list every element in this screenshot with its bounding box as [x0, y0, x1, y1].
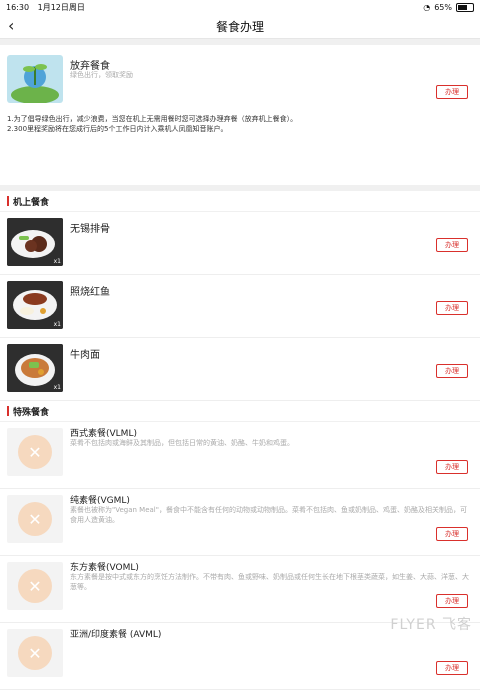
battery-icon — [456, 2, 474, 12]
section-marker — [7, 196, 9, 206]
meal-apply-button[interactable]: 办理 — [436, 238, 468, 252]
status-bar: 16:30 1月12日周日 ◔ 65% — [0, 0, 480, 14]
cutlery-icon: ✕ — [18, 502, 52, 536]
special-meal-desc: 菜肴不包括肉或海鲜及其制品，但包括日常的黄油、奶酪、牛奶和鸡蛋。 — [70, 439, 294, 447]
special-meal-apply-button[interactable]: 办理 — [436, 460, 468, 474]
onboard-meal-item: x1 牛肉面 办理 — [0, 338, 480, 401]
meal-name: 无锡排骨 — [70, 224, 110, 235]
section-onboard-meals: 机上餐食 — [0, 191, 480, 212]
special-meal-name: 亚洲/印度素餐 (AVML) — [70, 630, 162, 640]
special-meal-desc: 东方素餐是按中式或东方的烹饪方法制作。不带有肉、鱼或野味、奶制品或任何生长在地下… — [70, 573, 469, 591]
cutlery-icon: ✕ — [18, 569, 52, 603]
section-title: 机上餐食 — [13, 197, 50, 208]
nav-bar: ‹ 餐食办理 — [0, 14, 480, 39]
special-meal-desc: 素餐也被称为"Vegan Meal"，餐食中不能含有任何的动物或动物制品。菜肴不… — [70, 506, 467, 524]
meal-placeholder: ✕ — [7, 562, 63, 610]
meal-apply-button[interactable]: 办理 — [436, 301, 468, 315]
special-meal-apply-button[interactable]: 办理 — [436, 661, 468, 675]
section-special-meals: 特殊餐食 — [0, 401, 480, 422]
note-line: 1.为了倡导绿色出行，减少浪费，当您在机上无需用餐时您可选择办理弃餐（放弃机上餐… — [7, 115, 298, 123]
onboard-meal-item: x1 照烧红鱼 办理 — [0, 275, 480, 338]
meal-qty: x1 — [53, 321, 61, 328]
note-line: 2.300里程奖励将在您成行后的5个工作日内计入乘机人凤凰知音账户。 — [7, 125, 228, 133]
onboard-meal-item: x1 无锡排骨 办理 — [0, 212, 480, 275]
cutlery-icon: ✕ — [18, 636, 52, 670]
meal-name: 牛肉面 — [70, 350, 100, 361]
meal-placeholder: ✕ — [7, 495, 63, 543]
meal-placeholder: ✕ — [7, 428, 63, 476]
cutlery-icon: ✕ — [18, 435, 52, 469]
status-time: 16:30 — [6, 2, 30, 12]
battery-percent: 65% — [434, 2, 452, 12]
meal-placeholder: ✕ — [7, 629, 63, 677]
section-marker — [7, 406, 9, 416]
abandon-meal-card: 放弃餐食 绿色出行，领取奖励 办理 1.为了倡导绿色出行，减少浪费，当您在机上无… — [0, 45, 480, 185]
meal-name: 照烧红鱼 — [70, 287, 110, 298]
meal-qty: x1 — [53, 384, 61, 391]
meal-photo: x1 — [7, 218, 63, 266]
abandon-meal-button[interactable]: 办理 — [436, 85, 468, 99]
wifi-icon: ◔ — [423, 2, 431, 12]
special-meal-item: ✕ 东方素餐(VOML) 东方素餐是按中式或东方的烹饪方法制作。不带有肉、鱼或野… — [0, 556, 480, 623]
special-meal-apply-button[interactable]: 办理 — [436, 527, 468, 541]
abandon-meal-note: 1.为了倡导绿色出行，减少浪费，当您在机上无需用餐时您可选择办理弃餐（放弃机上餐… — [7, 114, 297, 134]
status-date: 1月12日周日 — [37, 2, 85, 12]
special-meal-apply-button[interactable]: 办理 — [436, 594, 468, 608]
meal-qty: x1 — [53, 258, 61, 265]
special-meal-item: ✕ 西式素餐(VLML) 菜肴不包括肉或海鲜及其制品，但包括日常的黄油、奶酪、牛… — [0, 422, 480, 489]
watermark: FLYER 飞客 — [390, 617, 472, 633]
abandon-meal-subtitle: 绿色出行，领取奖励 — [70, 71, 133, 79]
special-meal-item: ✕ 纯素餐(VGML) 素餐也被称为"Vegan Meal"，餐食中不能含有任何… — [0, 489, 480, 556]
section-title: 特殊餐食 — [13, 407, 50, 418]
page-title: 餐食办理 — [215, 19, 264, 34]
green-travel-image — [7, 55, 63, 103]
back-icon[interactable]: ‹ — [8, 16, 14, 35]
meal-apply-button[interactable]: 办理 — [436, 364, 468, 378]
meal-photo: x1 — [7, 281, 63, 329]
meal-photo: x1 — [7, 344, 63, 392]
